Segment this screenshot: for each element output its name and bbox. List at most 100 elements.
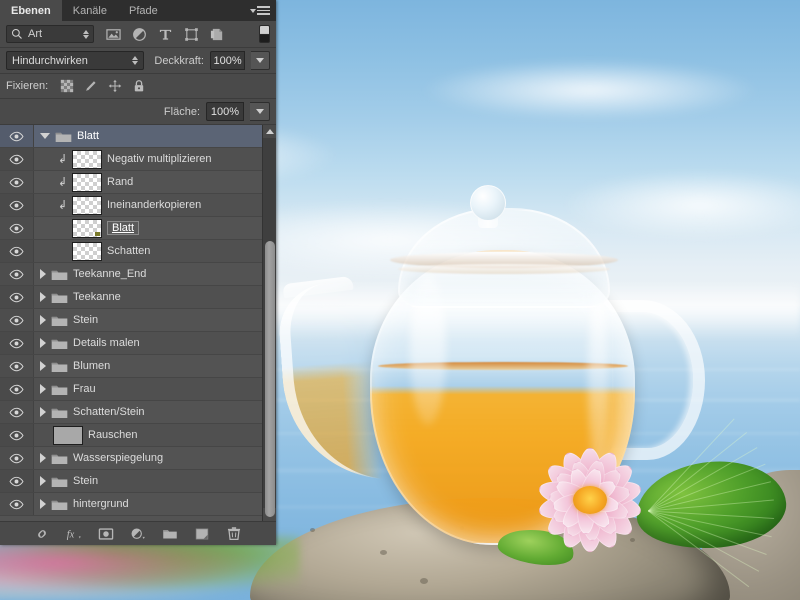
layer-name-input[interactable]: Blatt (107, 221, 140, 235)
filter-enable-switch[interactable] (259, 25, 270, 43)
layer-row-body[interactable]: Wasserspiegelung (34, 452, 262, 465)
layer-row[interactable]: Teekanne (0, 286, 262, 309)
group-collapsed-triangle-icon[interactable] (40, 453, 46, 463)
layer-thumbnail[interactable] (53, 425, 83, 445)
adjustment-filter-icon[interactable] (132, 27, 147, 42)
layer-visibility-toggle[interactable] (0, 447, 34, 469)
layer-row[interactable]: Wasserspiegelung (0, 447, 262, 470)
link-layers-icon[interactable] (34, 526, 50, 542)
layer-visibility-toggle[interactable] (0, 240, 34, 262)
layers-panel[interactable]: Ebenen Kanäle Pfade Art Hindurchwirken D… (0, 0, 276, 545)
scrollbar-thumb[interactable] (264, 241, 275, 517)
add-mask-icon[interactable] (98, 526, 114, 542)
visibility-eye-icon[interactable] (9, 407, 24, 418)
layer-row[interactable]: Schatten (0, 240, 262, 263)
layer-row-body[interactable]: Blatt (34, 218, 262, 238)
delete-layer-icon[interactable] (226, 526, 242, 542)
layer-visibility-toggle[interactable] (0, 493, 34, 515)
filter-type-buttons[interactable] (106, 27, 225, 42)
group-collapsed-triangle-icon[interactable] (40, 499, 46, 509)
scrollbar-track[interactable] (263, 138, 277, 517)
layer-row-body[interactable]: Stein (34, 475, 262, 488)
layer-row-body[interactable]: Rand (34, 172, 262, 192)
visibility-eye-icon[interactable] (9, 246, 24, 257)
group-collapsed-triangle-icon[interactable] (40, 338, 46, 348)
layer-row[interactable]: Blatt (0, 125, 262, 148)
layers-scrollbar[interactable] (262, 125, 276, 521)
tab-pfade[interactable]: Pfade (118, 0, 169, 21)
new-adjustment-layer-icon[interactable] (130, 526, 146, 542)
fill-row[interactable]: Fläche: 100% (0, 99, 276, 125)
tab-ebenen[interactable]: Ebenen (0, 0, 62, 21)
visibility-eye-icon[interactable] (9, 223, 24, 234)
text-filter-icon[interactable] (158, 27, 173, 42)
visibility-eye-icon[interactable] (9, 131, 24, 142)
layer-visibility-toggle[interactable] (0, 309, 34, 331)
layer-row-body[interactable]: Blumen (34, 360, 262, 373)
group-collapsed-triangle-icon[interactable] (40, 476, 46, 486)
layer-row[interactable]: Details malen (0, 332, 262, 355)
layer-row-body[interactable]: Details malen (34, 337, 262, 350)
filter-kind-select[interactable]: Art (6, 25, 94, 43)
group-collapsed-triangle-icon[interactable] (40, 361, 46, 371)
filter-kind-stepper[interactable] (83, 29, 89, 39)
layer-row-body[interactable]: Teekanne_End (34, 268, 262, 281)
smartobject-filter-icon[interactable] (210, 27, 225, 42)
fill-dropdown-button[interactable] (250, 102, 270, 121)
layer-thumbnail[interactable] (72, 195, 102, 215)
layer-visibility-toggle[interactable] (0, 171, 34, 193)
visibility-eye-icon[interactable] (9, 453, 24, 464)
lock-image-icon[interactable] (84, 79, 98, 93)
layer-row[interactable]: Ineinanderkopieren (0, 194, 262, 217)
filter-toolbar[interactable]: Art (0, 21, 276, 48)
layer-row[interactable]: Stein (0, 309, 262, 332)
layer-thumbnail[interactable] (72, 172, 102, 192)
group-collapsed-triangle-icon[interactable] (40, 315, 46, 325)
layer-row-body[interactable]: Negativ multiplizieren (34, 149, 262, 169)
layer-row[interactable]: Rauschen (0, 424, 262, 447)
visibility-eye-icon[interactable] (9, 200, 24, 211)
layer-thumbnail[interactable] (72, 149, 102, 169)
visibility-eye-icon[interactable] (9, 430, 24, 441)
layer-row-body[interactable]: Ineinanderkopieren (34, 195, 262, 215)
layer-row-body[interactable]: Blatt (34, 130, 262, 143)
visibility-eye-icon[interactable] (9, 292, 24, 303)
visibility-eye-icon[interactable] (9, 361, 24, 372)
group-collapsed-triangle-icon[interactable] (40, 269, 46, 279)
visibility-eye-icon[interactable] (9, 177, 24, 188)
visibility-eye-icon[interactable] (9, 269, 24, 280)
blend-mode-select[interactable]: Hindurchwirken (6, 51, 145, 70)
layer-visibility-toggle[interactable] (0, 286, 34, 308)
layer-row[interactable]: Stein (0, 470, 262, 493)
layer-row[interactable]: Blatt (0, 217, 262, 240)
layer-row-body[interactable]: Teekanne (34, 291, 262, 304)
layer-visibility-toggle[interactable] (0, 148, 34, 170)
visibility-eye-icon[interactable] (9, 499, 24, 510)
layer-row-body[interactable]: Frau (34, 383, 262, 396)
opacity-dropdown-button[interactable] (251, 51, 270, 70)
layer-row[interactable]: Frau (0, 378, 262, 401)
layer-row[interactable]: Teekanne_End (0, 263, 262, 286)
visibility-eye-icon[interactable] (9, 384, 24, 395)
panel-tabbar[interactable]: Ebenen Kanäle Pfade (0, 0, 276, 21)
layer-visibility-toggle[interactable] (0, 194, 34, 216)
layer-thumbnail[interactable] (72, 241, 102, 261)
layer-row-body[interactable]: Stein (34, 314, 262, 327)
layer-visibility-toggle[interactable] (0, 332, 34, 354)
visibility-eye-icon[interactable] (9, 476, 24, 487)
layer-row-body[interactable]: hintergrund (34, 498, 262, 511)
layer-row[interactable]: Schatten/Stein (0, 401, 262, 424)
layer-row-body[interactable]: Schatten/Stein (34, 406, 262, 419)
layers-list[interactable]: Blatt Negativ multiplizieren Rand Ineinande… (0, 125, 262, 516)
lock-row[interactable]: Fixieren: (0, 74, 276, 99)
new-group-icon[interactable] (162, 526, 178, 542)
layer-visibility-toggle[interactable] (0, 401, 34, 423)
layer-row[interactable]: Blumen (0, 355, 262, 378)
layer-row[interactable]: hintergrund (0, 493, 262, 516)
layers-bottom-toolbar[interactable]: fx (0, 521, 276, 545)
layer-row[interactable]: Negativ multiplizieren (0, 148, 262, 171)
image-filter-icon[interactable] (106, 27, 121, 42)
group-collapsed-triangle-icon[interactable] (40, 384, 46, 394)
visibility-eye-icon[interactable] (9, 154, 24, 165)
layer-visibility-toggle[interactable] (0, 355, 34, 377)
